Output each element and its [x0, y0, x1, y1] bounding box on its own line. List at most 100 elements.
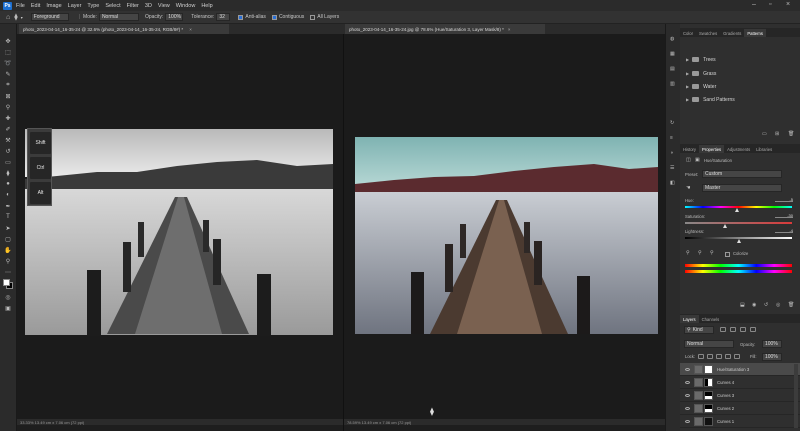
saturation-value[interactable]: -30	[775, 213, 793, 218]
eyedropper-icon[interactable]: ⚲	[686, 250, 690, 256]
move-tool-icon[interactable]: ✥	[3, 36, 14, 46]
tab-properties[interactable]: Properties	[699, 145, 725, 153]
document-tab-left[interactable]: photo_2023-04-14_16-35-24 @ 32.6% (photo…	[19, 24, 229, 34]
tab-swatches[interactable]: Swatches	[696, 29, 720, 37]
hue-slider-thumb[interactable]	[735, 208, 739, 212]
lock-position-icon[interactable]	[716, 354, 722, 359]
pattern-folder-grass[interactable]: ▶ Grass	[686, 69, 796, 78]
gradients-panel-icon[interactable]: ▤	[670, 66, 675, 72]
tab-color[interactable]: Color	[680, 29, 696, 37]
menu-edit[interactable]: Edit	[31, 3, 40, 9]
mask-icon[interactable]: ▣	[695, 157, 700, 163]
menu-filter[interactable]: Filter	[127, 3, 139, 9]
close-button[interactable]: ×	[786, 1, 790, 8]
minimize-button[interactable]: –	[752, 1, 756, 8]
new-folder-icon[interactable]: ▭	[762, 131, 767, 137]
new-pattern-icon[interactable]: ⊞	[775, 131, 779, 137]
tab-gradients[interactable]: Gradients	[720, 29, 744, 37]
lightness-value[interactable]: -4	[775, 228, 793, 233]
saturation-slider-thumb[interactable]	[723, 224, 727, 228]
color-panel-icon[interactable]: ◍	[670, 36, 674, 42]
visibility-eye-icon[interactable]	[685, 367, 690, 371]
antialias-checkbox[interactable]	[238, 14, 244, 20]
hand-tool-icon[interactable]: ✋	[3, 245, 14, 255]
layer-mask-thumbnail[interactable]	[704, 377, 713, 387]
crop-tool-icon[interactable]: ⌗	[3, 80, 14, 90]
visibility-eye-icon[interactable]	[685, 393, 690, 397]
path-select-tool-icon[interactable]: ➤	[3, 223, 14, 233]
lightness-slider-thumb[interactable]	[737, 239, 741, 243]
menu-help[interactable]: Help	[201, 3, 212, 9]
eraser-tool-icon[interactable]: ▭	[3, 157, 14, 167]
hue-value[interactable]: -5	[775, 197, 793, 202]
tab-patterns[interactable]: Patterns	[744, 29, 766, 37]
close-tab-icon[interactable]: ×	[508, 27, 511, 32]
view-previous-icon[interactable]: ◉	[752, 302, 756, 308]
eyedropper-tool-icon[interactable]: ⚲	[3, 102, 14, 112]
tab-libraries[interactable]: Libraries	[753, 145, 775, 153]
layer-row[interactable]: Curves 4	[680, 376, 800, 389]
adjustments-panel-icon[interactable]: ◑	[670, 150, 673, 156]
menu-window[interactable]: Window	[176, 3, 196, 9]
all-layers-checkbox[interactable]	[310, 14, 316, 20]
zoom-tool-icon[interactable]: ⚲	[3, 256, 14, 266]
eyedropper-minus-icon[interactable]: ⚲	[710, 250, 714, 256]
foreground-color-swatch[interactable]	[3, 279, 10, 286]
filter-shape-icon[interactable]	[750, 327, 756, 332]
fill-source-select[interactable]: Foreground	[30, 13, 69, 21]
pattern-folder-sand[interactable]: ▶ Sand Patterns	[686, 95, 796, 104]
colorize-checkbox[interactable]	[725, 252, 730, 257]
history-brush-tool-icon[interactable]: ↺	[3, 146, 14, 156]
lasso-tool-icon[interactable]: ➰	[3, 58, 14, 68]
tolerance-field[interactable]: 32	[216, 13, 231, 21]
lock-artboard-icon[interactable]	[725, 354, 731, 359]
layer-opacity-field[interactable]: 100%	[762, 340, 782, 348]
dodge-tool-icon[interactable]: ◐	[3, 190, 14, 200]
menu-layer[interactable]: Layer	[68, 3, 82, 9]
menu-select[interactable]: Select	[105, 3, 120, 9]
lock-all-icon[interactable]	[734, 354, 740, 359]
layer-mask-thumbnail[interactable]	[704, 403, 713, 413]
channel-select[interactable]: Master	[702, 184, 782, 192]
layer-row[interactable]: Hue/Saturation 3	[680, 363, 800, 376]
layer-filter-select[interactable]: ⚲ Kind	[684, 326, 714, 334]
trash-icon[interactable]: 🗑	[788, 131, 794, 137]
visibility-eye-icon[interactable]	[685, 380, 690, 384]
document-tab-right[interactable]: photo_2023-04-14_16-35-24.jpg @ 78.6% (H…	[345, 24, 545, 34]
tool-preset-chevron-icon[interactable]: ▾	[21, 15, 23, 20]
maximize-button[interactable]: ▫	[769, 1, 771, 8]
blur-tool-icon[interactable]: ●	[3, 179, 14, 189]
layer-row[interactable]: Curves 1	[680, 415, 800, 428]
fill-field[interactable]: 100%	[762, 353, 782, 361]
blend-mode-select[interactable]: Normal	[684, 340, 734, 348]
lock-transparent-icon[interactable]	[698, 354, 704, 359]
tab-channels[interactable]: Channels	[699, 315, 723, 323]
paint-bucket-icon[interactable]: ⧫	[14, 13, 17, 21]
mode-select[interactable]: Normal	[98, 13, 139, 21]
layers-scrollbar[interactable]	[794, 364, 798, 428]
close-tab-icon[interactable]: ×	[189, 27, 192, 32]
rectangle-tool-icon[interactable]: ▢	[3, 234, 14, 244]
frame-tool-icon[interactable]: ⊠	[3, 91, 14, 101]
layer-row[interactable]: Curves 2	[680, 402, 800, 415]
tab-adjustments[interactable]: Adjustments	[724, 145, 753, 153]
saturation-slider-track[interactable]	[685, 222, 792, 224]
menu-type[interactable]: Type	[87, 3, 99, 9]
visibility-eye-icon[interactable]	[685, 406, 690, 410]
layer-row[interactable]: Curves 3	[680, 389, 800, 402]
tab-layers[interactable]: Layers	[680, 315, 699, 323]
pattern-folder-trees[interactable]: ▶ Trees	[686, 55, 796, 64]
targeted-adjustment-hand-icon[interactable]: ☚	[686, 185, 690, 191]
contiguous-checkbox[interactable]	[271, 14, 277, 20]
patterns-panel-icon[interactable]: ▥	[670, 81, 675, 87]
visibility-icon[interactable]: ◎	[776, 302, 780, 308]
libraries-panel-icon[interactable]: ☰	[670, 165, 674, 171]
pen-tool-icon[interactable]: ✒	[3, 201, 14, 211]
delete-adjustment-icon[interactable]: 🗑	[788, 302, 794, 308]
type-tool-icon[interactable]: T	[3, 212, 14, 222]
menu-file[interactable]: File	[16, 3, 25, 9]
filter-adjustment-icon[interactable]	[730, 327, 736, 332]
tab-history[interactable]: History	[680, 145, 699, 153]
reset-icon[interactable]: ↺	[764, 302, 768, 308]
menu-image[interactable]: Image	[46, 3, 61, 9]
